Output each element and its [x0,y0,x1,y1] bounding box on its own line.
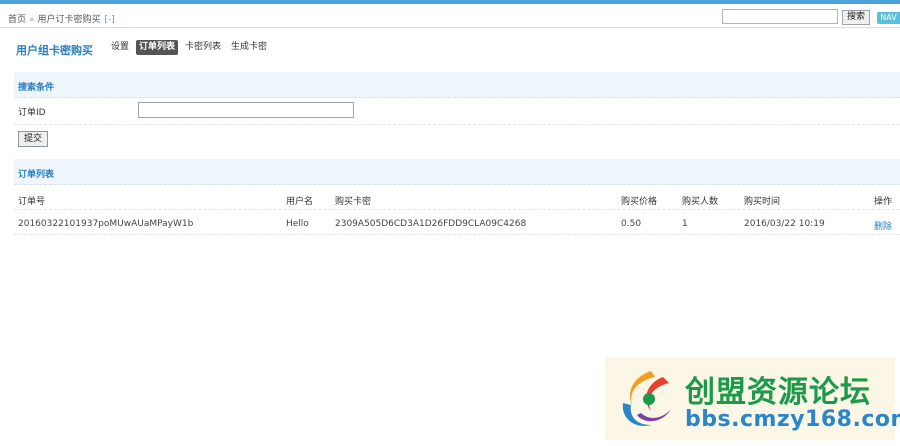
top-bar: 首页» 用户订卡密购买 [-] 搜索 NAV [0,4,900,28]
column-header-price: 购买价格 [621,197,658,207]
nav-item-settings[interactable]: 设置 [108,40,132,55]
search-section-header: 搜索条件 [14,72,900,98]
cell-price: 0.50 [621,219,642,229]
watermark-banner: 创盟资源论坛 bbs.cmzy168.com [605,357,900,440]
column-header-buyers: 购买人数 [682,197,719,207]
nav-item-card-list[interactable]: 卡密列表 [182,40,224,55]
column-header-action: 操作 [874,197,893,207]
breadcrumb-collapse-toggle[interactable]: [-] [105,15,115,25]
table-row-divider [14,234,900,235]
sub-nav: 设置 订单列表 卡密列表 生成卡密 [108,40,270,55]
orders-section-header: 订单列表 [14,159,900,185]
breadcrumb-current: 用户订卡密购买 [37,15,101,25]
cell-buyers: 1 [682,219,688,229]
search-section-title: 搜索条件 [18,83,55,93]
breadcrumb: 首页» 用户订卡密购买 [-] [8,12,115,25]
top-search-button[interactable]: 搜索 [842,10,870,25]
cell-order-no: 20160322101937poMUwAUaMPayW1b [18,219,194,229]
nav-item-generate-cards[interactable]: 生成卡密 [228,40,270,55]
watermark-url: bbs.cmzy168.com [685,407,900,432]
watermark-logo-icon [622,371,671,426]
cell-card-code: 2309A505D6CD3A1D26FDD9CLA09C4268 [335,219,527,229]
breadcrumb-separator: » [29,15,35,25]
column-header-time: 购买时间 [744,197,781,207]
top-badge[interactable]: NAV [877,12,900,24]
nav-item-order-list[interactable]: 订单列表 [136,40,179,55]
search-row-divider [14,124,900,125]
column-header-card-code: 购买卡密 [335,197,372,207]
order-id-label: 订单ID [18,108,46,118]
page-title: 用户组卡密购买 [16,44,93,57]
breadcrumb-home[interactable]: 首页 [8,15,26,25]
submit-button[interactable]: 提交 [18,131,48,147]
delete-link[interactable]: 删除 [874,219,892,232]
table-header-divider [14,209,900,210]
column-header-order-no: 订单号 [18,197,46,207]
order-id-input[interactable] [138,102,354,118]
cell-username: Hello [286,219,309,229]
column-header-username: 用户名 [286,197,314,207]
orders-section-title: 订单列表 [18,170,55,180]
top-search-input[interactable] [722,9,838,24]
watermark-title: 创盟资源论坛 [685,375,871,410]
cell-time: 2016/03/22 10:19 [744,219,825,229]
